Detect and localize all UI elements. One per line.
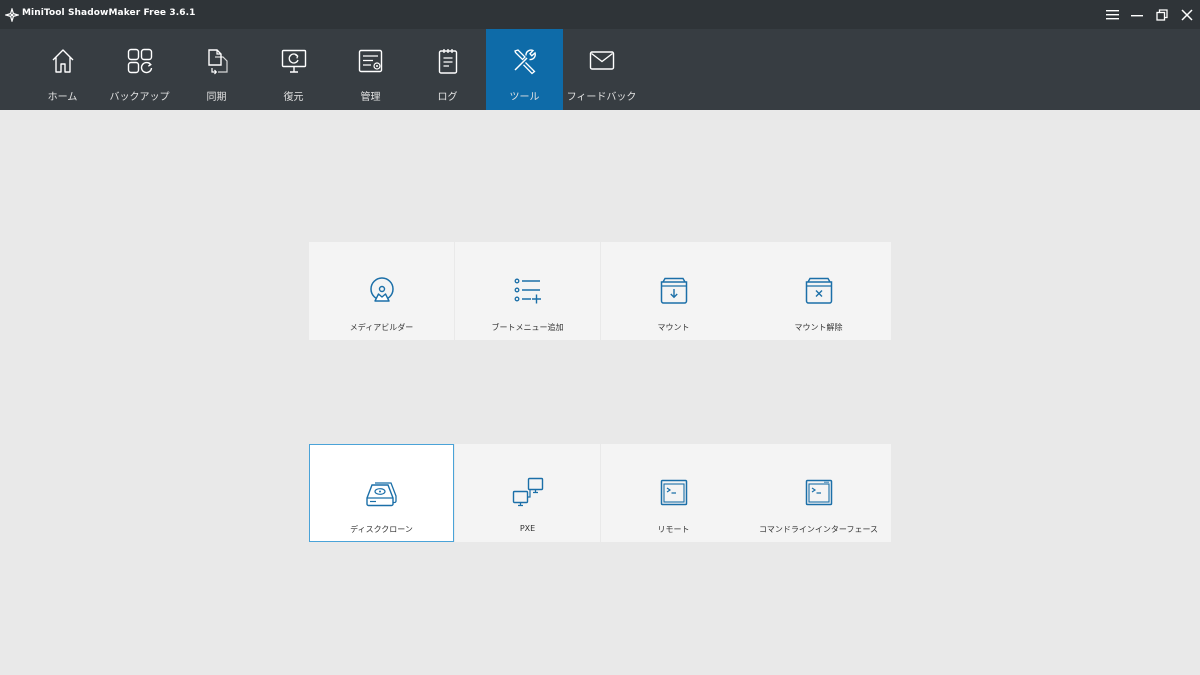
tools-panel: メディアビルダー ブートメニュー追加 マウント マウント解除 ディスククローン … xyxy=(0,110,1200,675)
mount-icon xyxy=(660,277,687,304)
tool-tile-label: マウント xyxy=(657,323,690,332)
feedback-icon xyxy=(589,51,614,70)
nav-label: 同期 xyxy=(206,92,227,103)
tool-tile-mount[interactable]: マウント xyxy=(601,242,746,340)
tool-tile-label: マウント解除 xyxy=(794,323,843,332)
boot-menu-icon xyxy=(514,278,541,304)
nav-label: バックアップ xyxy=(109,92,170,103)
menu-button[interactable] xyxy=(1099,0,1125,29)
nav-label: ログ xyxy=(437,92,458,103)
close-icon xyxy=(1181,8,1193,21)
tool-tile-label: ディスククローン xyxy=(350,525,413,534)
nav-item-log[interactable]: ログ xyxy=(409,29,486,110)
tool-tile-disk-clone[interactable]: ディスククローン xyxy=(309,444,454,542)
backup-icon xyxy=(127,48,152,74)
nav-label: ツール xyxy=(509,92,540,103)
hamburger-menu-icon xyxy=(1105,10,1119,20)
nav-label: 管理 xyxy=(360,92,381,103)
nav-item-backup[interactable]: バックアップ xyxy=(101,29,178,110)
pxe-icon xyxy=(512,477,543,507)
nav-item-home[interactable]: ホーム xyxy=(24,29,101,110)
restore-button[interactable] xyxy=(1149,0,1175,29)
tool-tile-label: PXE xyxy=(519,524,536,533)
nav-label: 復元 xyxy=(283,92,304,103)
nav-label: フィードバック xyxy=(566,92,637,103)
command-line-icon xyxy=(805,479,832,506)
tool-tile-remote[interactable]: リモート xyxy=(601,444,746,542)
tool-tile-label: ブートメニュー追加 xyxy=(491,323,564,332)
nav-item-manage[interactable]: 管理 xyxy=(332,29,409,110)
tool-tile-media-builder[interactable]: メディアビルダー xyxy=(309,242,454,340)
nav-item-restore[interactable]: 復元 xyxy=(255,29,332,110)
restore-icon xyxy=(281,49,306,73)
nav-item-feedback[interactable]: フィードバック xyxy=(563,29,640,110)
tools-icon xyxy=(513,49,536,75)
tool-tile-label: コマンドラインインターフェース xyxy=(758,525,879,534)
nav-item-tools[interactable]: ツール xyxy=(486,29,563,110)
restore-window-icon xyxy=(1156,8,1168,21)
minimize-icon xyxy=(1131,14,1143,16)
tool-tile-boot-menu[interactable]: ブートメニュー追加 xyxy=(455,242,600,340)
nav-item-sync[interactable]: 同期 xyxy=(178,29,255,110)
tool-tile-label: メディアビルダー xyxy=(349,323,414,332)
disk-clone-icon xyxy=(365,482,397,507)
home-icon xyxy=(52,49,73,73)
app-logo-icon xyxy=(5,8,19,22)
window-title: MiniTool ShadowMaker Free 3.6.1 xyxy=(22,8,196,18)
tool-tile-unmount[interactable]: マウント解除 xyxy=(746,242,891,340)
tool-tile-label: リモート xyxy=(657,525,690,534)
remote-icon xyxy=(660,479,687,506)
tool-tile-command-line[interactable]: コマンドラインインターフェース xyxy=(746,444,891,542)
log-icon xyxy=(438,49,457,74)
title-bar: MiniTool ShadowMaker Free 3.6.1 xyxy=(0,0,1200,29)
media-builder-icon xyxy=(369,277,394,302)
main-navigation: ホーム バックアップ 同期 復元 管理 ログ ツール フィードバック xyxy=(0,29,1200,110)
unmount-icon xyxy=(805,277,832,304)
tool-tile-pxe[interactable]: PXE xyxy=(455,444,600,542)
manage-icon xyxy=(358,49,382,73)
nav-label: ホーム xyxy=(47,92,78,103)
close-button[interactable] xyxy=(1174,0,1200,29)
minimize-button[interactable] xyxy=(1124,0,1150,29)
sync-icon xyxy=(207,49,228,75)
